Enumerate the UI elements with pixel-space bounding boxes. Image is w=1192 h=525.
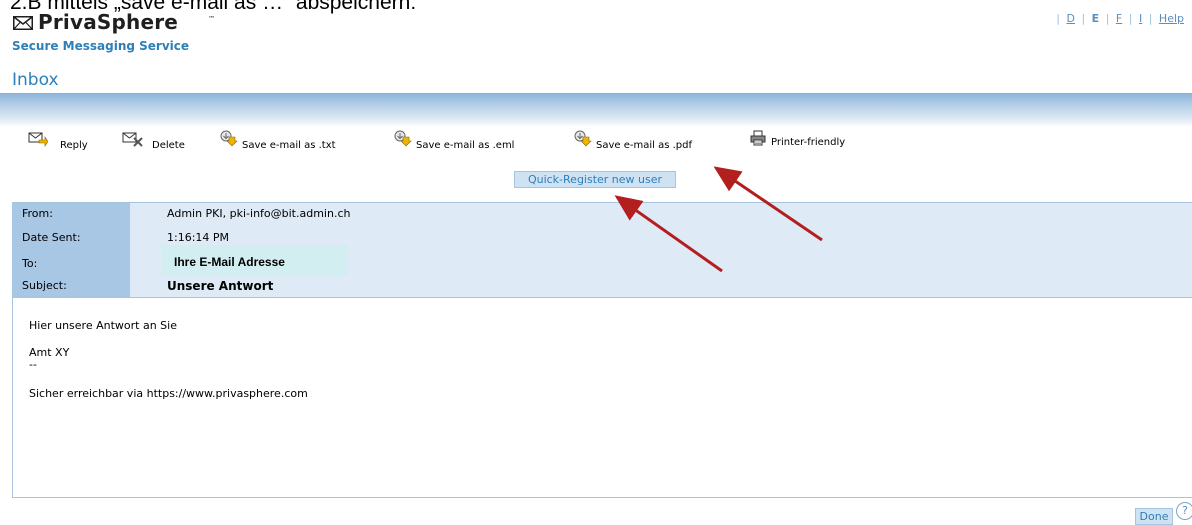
body-line: -- (29, 358, 37, 371)
brand-tagline: Secure Messaging Service (12, 39, 190, 53)
lang-link-d[interactable]: D (1066, 12, 1074, 25)
save-txt-label: Save e-mail as .txt (242, 140, 336, 151)
subject-row: Subject: Unsere Antwort (12, 275, 1192, 297)
save-download-icon (220, 130, 238, 147)
privasphere-logo: PrivaSphere ™ Secure Messaging Service (12, 10, 242, 60)
save-eml-label: Save e-mail as .eml (416, 140, 515, 151)
reply-label: Reply (60, 140, 88, 151)
from-value: Admin PKI, pki-info@bit.admin.ch (167, 207, 351, 220)
header-banner (0, 93, 1192, 127)
trademark-symbol: ™ (208, 15, 215, 23)
date-label: Date Sent: (22, 231, 81, 244)
message-body: Hier unsere Antwort an Sie Amt XY -- Sic… (12, 297, 1192, 498)
language-bar: | D | E | F | I | Help (1056, 12, 1184, 25)
lang-link-e[interactable]: E (1092, 12, 1100, 25)
subject-label: Subject: (22, 279, 67, 292)
printer-icon (750, 130, 766, 146)
from-row: From: Admin PKI, pki-info@bit.admin.ch (12, 203, 1192, 225)
body-line: Hier unsere Antwort an Sie (29, 319, 177, 332)
date-value: 1:16:14 PM (167, 231, 230, 244)
save-download-icon (574, 130, 592, 147)
reply-icon (28, 132, 48, 147)
from-label: From: (22, 207, 53, 220)
save-pdf-label: Save e-mail as .pdf (596, 140, 693, 151)
help-link[interactable]: Help (1159, 12, 1184, 25)
to-label: To: (22, 257, 38, 270)
delete-icon (122, 132, 143, 147)
page-title: Inbox (12, 70, 59, 90)
date-row: Date Sent: 1:16:14 PM (12, 227, 1192, 249)
lang-link-i[interactable]: I (1139, 12, 1142, 25)
done-button[interactable]: Done (1135, 508, 1173, 525)
delete-label: Delete (152, 140, 185, 151)
body-line: Sicher erreichbar via https://www.privas… (29, 387, 308, 400)
envelope-logo-icon (13, 16, 33, 30)
printer-friendly-label: Printer-friendly (771, 137, 846, 148)
quick-register-button[interactable]: Quick-Register new user (514, 171, 676, 188)
message-toolbar: Reply Delete Save e-mail as .txt Save e-… (0, 130, 1192, 158)
message-header: From: Admin PKI, pki-info@bit.admin.ch D… (12, 202, 1192, 298)
help-icon[interactable]: ? (1176, 502, 1192, 520)
subject-value: Unsere Antwort (167, 279, 274, 293)
save-download-icon (394, 130, 412, 147)
to-value: Ihre E-Mail Adresse (174, 255, 285, 269)
lang-link-f[interactable]: F (1116, 12, 1122, 25)
brand-name: PrivaSphere (38, 10, 179, 34)
